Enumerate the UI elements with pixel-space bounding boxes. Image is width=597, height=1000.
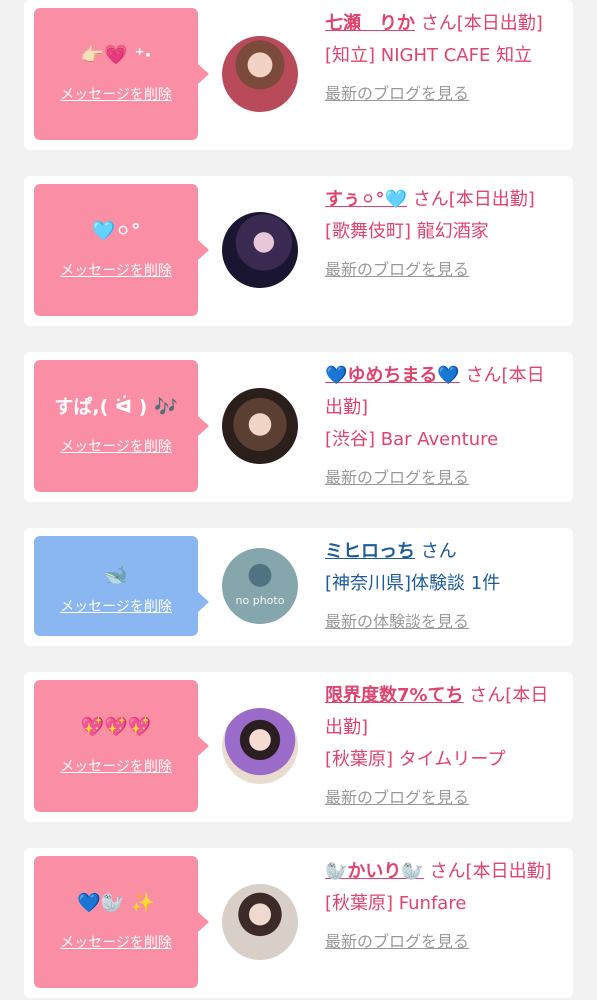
shop-label: [渋谷] Bar Aventure (325, 429, 499, 450)
message-text: 💙🦭 ✨ (77, 892, 155, 914)
entry-info: 限界度数7%てち さん[本日出勤] [秋葉原] タイムリープ 最新のブログを見る (325, 680, 561, 814)
message-text: 💖💖💖 (80, 716, 152, 738)
message-text: すぱ,( ᐛ ) 🎶 (54, 396, 178, 418)
no-photo-label: no photo (235, 594, 285, 607)
san-suffix: さん[本日出勤] (412, 189, 535, 210)
delete-message-link[interactable]: メッセージを削除 (34, 596, 198, 616)
message-text: 🐋 (104, 564, 128, 586)
message-bubble: 👉🏻💗 ⁺‧ メッセージを削除 (34, 8, 209, 140)
shop-label: [知立] NIGHT CAFE 知立 (325, 45, 533, 66)
blog-link[interactable]: 最新のブログを見る (325, 462, 469, 494)
shop-label: [歌舞伎町] 龍幻酒家 (325, 221, 489, 242)
cast-name-link[interactable]: 限界度数7%てち (325, 685, 464, 706)
message-bubble: すぱ,( ᐛ ) 🎶 メッセージを削除 (34, 360, 209, 492)
avatar[interactable] (222, 884, 298, 960)
cast-name-link[interactable]: 💙ゆめちまる💙 (325, 365, 460, 386)
avatar[interactable] (222, 708, 298, 784)
avatar[interactable] (222, 36, 298, 112)
message-bubble: 💖💖💖 メッセージを削除 (34, 680, 209, 812)
blog-link[interactable]: 最新のブログを見る (325, 254, 469, 286)
entry-info: 七瀬 りか さん[本日出勤] [知立] NIGHT CAFE 知立 最新のブログ… (325, 8, 561, 110)
entry-info: 🦭かいり🦭 さん[本日出勤] [秋葉原] Funfare 最新のブログを見る (325, 856, 561, 958)
cast-name-link[interactable]: 七瀬 りか (325, 13, 415, 34)
blog-link[interactable]: 最新のブログを見る (325, 78, 469, 110)
san-suffix: さん (420, 541, 457, 562)
message-text: 👉🏻💗 ⁺‧ (80, 44, 152, 66)
blog-link[interactable]: 最新のブログを見る (325, 926, 469, 958)
experience-link[interactable]: 最新の体験談を見る (325, 606, 469, 638)
avatar[interactable] (222, 212, 298, 288)
message-bubble: 💙🦭 ✨ メッセージを削除 (34, 856, 209, 988)
list-item: 💖💖💖 メッセージを削除 限界度数7%てち さん[本日出勤] [秋葉原] タイム… (24, 672, 573, 822)
list-item: 💙🦭 ✨ メッセージを削除 🦭かいり🦭 さん[本日出勤] [秋葉原] Funfa… (24, 848, 573, 998)
entry-info: ミヒロっち さん [神奈川県]体験談 1件 最新の体験談を見る (325, 536, 561, 638)
cast-name-link[interactable]: ミヒロっち (325, 541, 415, 562)
entry-info: すぅ⚪︎°🩵 さん[本日出勤] [歌舞伎町] 龍幻酒家 最新のブログを見る (325, 184, 561, 286)
shop-label: [神奈川県]体験談 1件 (325, 573, 501, 594)
entry-info: 💙ゆめちまる💙 さん[本日出勤] [渋谷] Bar Aventure 最新のブロ… (325, 360, 561, 494)
san-suffix: さん[本日出勤] (420, 13, 543, 34)
cast-name-link[interactable]: 🦭かいり🦭 (325, 861, 424, 882)
message-list: 👉🏻💗 ⁺‧ メッセージを削除 七瀬 りか さん[本日出勤] [知立] NIGH… (0, 0, 597, 1000)
message-text: 🩵⚪︎° (91, 220, 141, 242)
list-item: 🐋 メッセージを削除 no photo ミヒロっち さん [神奈川県]体験談 1… (24, 528, 573, 646)
blog-link[interactable]: 最新のブログを見る (325, 782, 469, 814)
delete-message-link[interactable]: メッセージを削除 (34, 84, 198, 104)
delete-message-link[interactable]: メッセージを削除 (34, 932, 198, 952)
delete-message-link[interactable]: メッセージを削除 (34, 260, 198, 280)
list-item: すぱ,( ᐛ ) 🎶 メッセージを削除 💙ゆめちまる💙 さん[本日出勤] [渋谷… (24, 352, 573, 502)
cast-name-link[interactable]: すぅ⚪︎°🩵 (325, 189, 407, 210)
delete-message-link[interactable]: メッセージを削除 (34, 436, 198, 456)
message-bubble: 🐋 メッセージを削除 (34, 536, 209, 636)
list-item: 🩵⚪︎° メッセージを削除 すぅ⚪︎°🩵 さん[本日出勤] [歌舞伎町] 龍幻酒… (24, 176, 573, 326)
avatar[interactable]: no photo (222, 548, 298, 624)
delete-message-link[interactable]: メッセージを削除 (34, 756, 198, 776)
shop-label: [秋葉原] Funfare (325, 893, 467, 914)
san-suffix: さん[本日出勤] (429, 861, 552, 882)
list-item: 👉🏻💗 ⁺‧ メッセージを削除 七瀬 りか さん[本日出勤] [知立] NIGH… (24, 0, 573, 150)
message-bubble: 🩵⚪︎° メッセージを削除 (34, 184, 209, 316)
shop-label: [秋葉原] タイムリープ (325, 749, 506, 770)
avatar[interactable] (222, 388, 298, 464)
